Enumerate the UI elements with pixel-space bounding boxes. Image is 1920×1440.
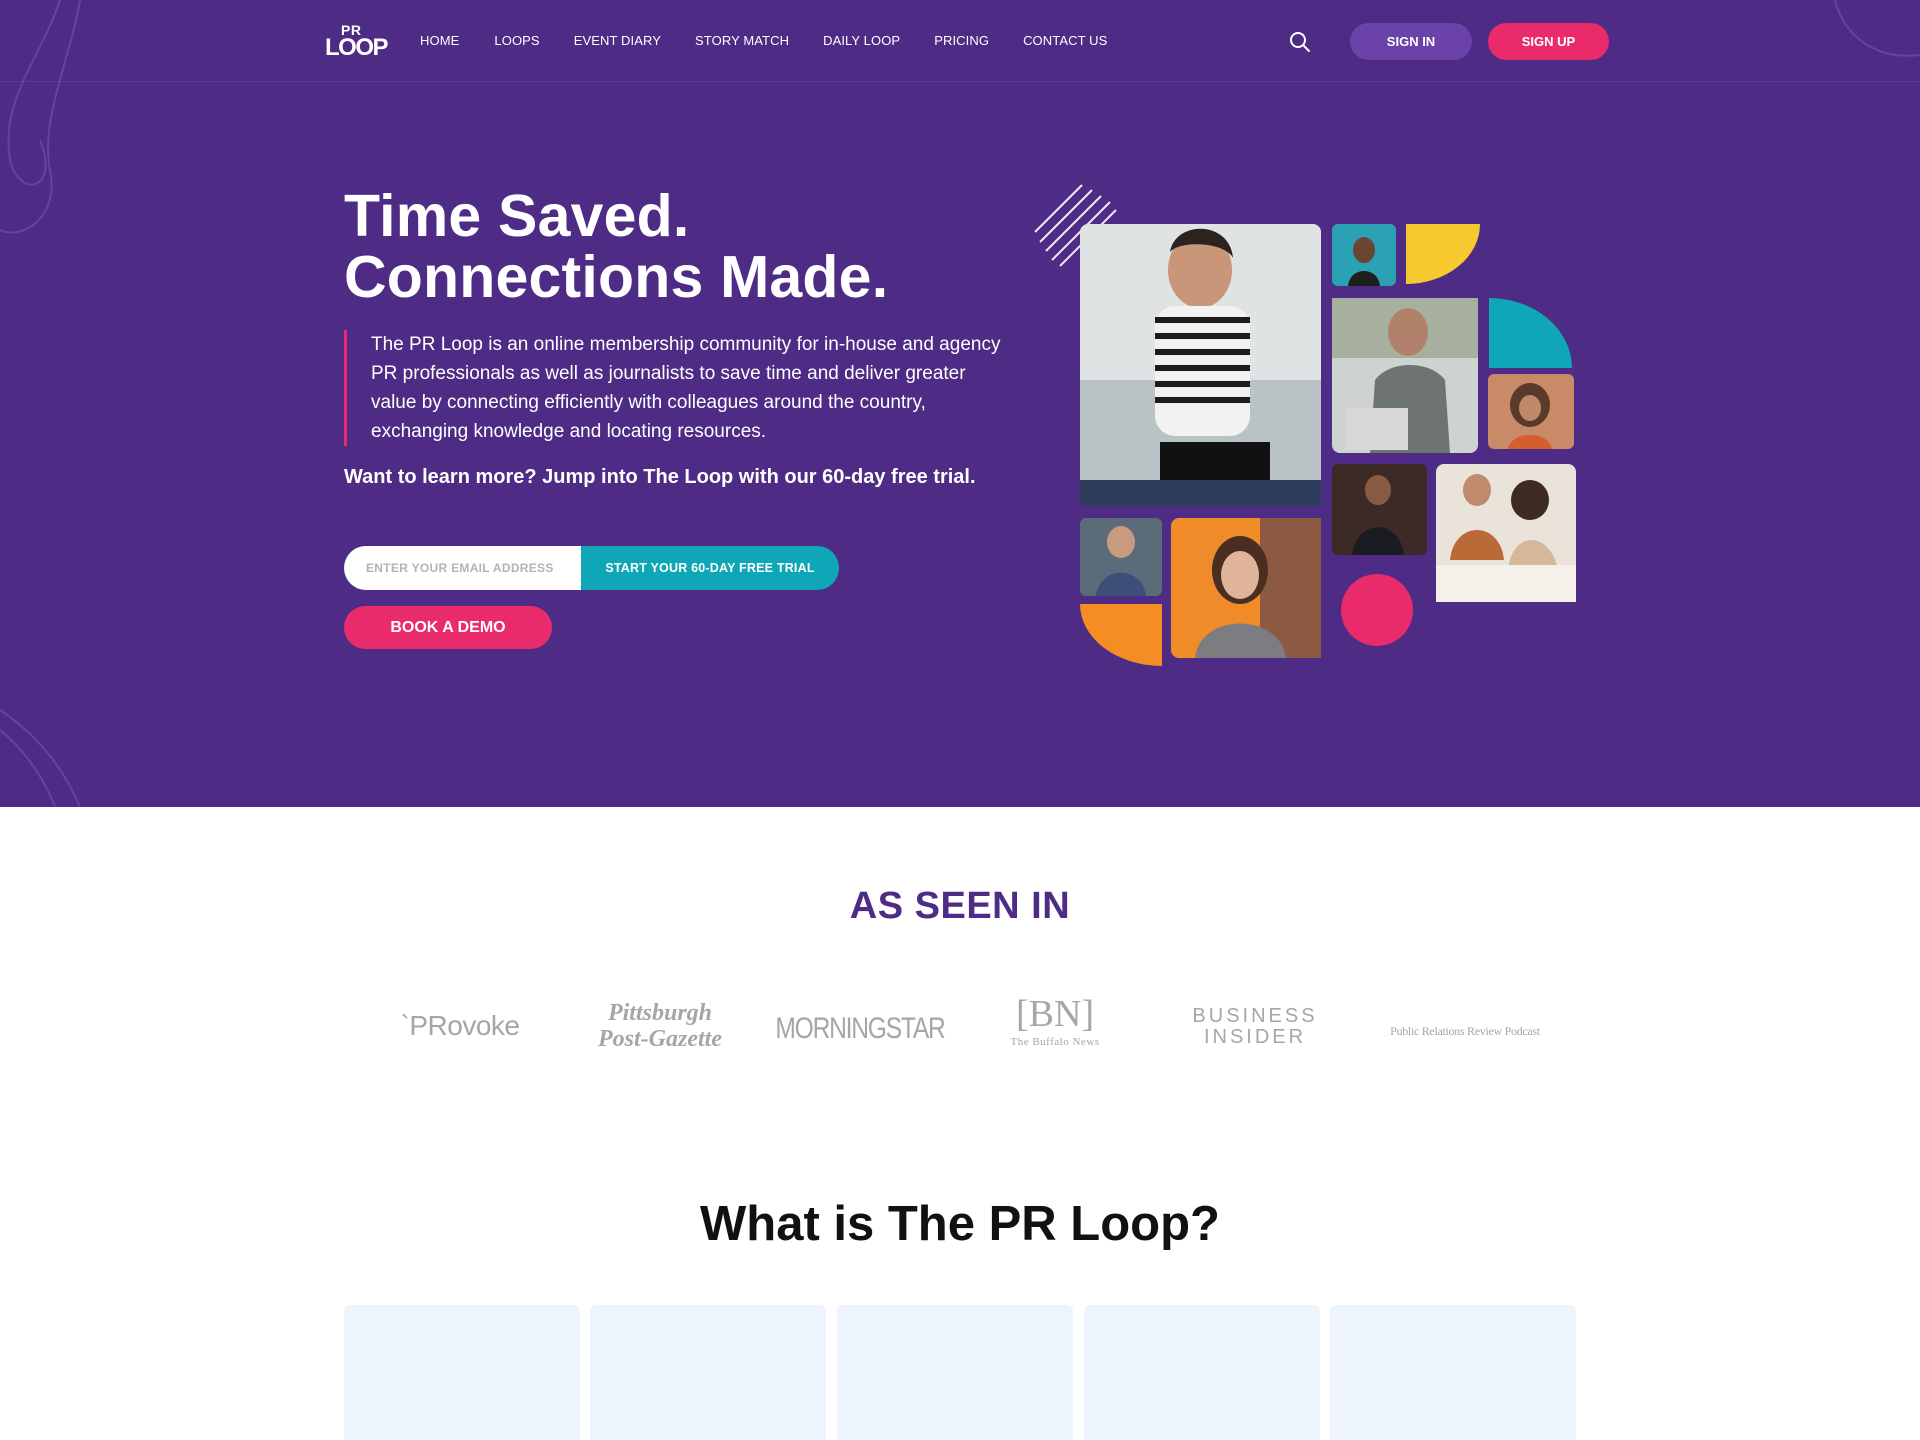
- photo-man-grey-shirt: [1332, 298, 1478, 453]
- press-logo-ppg-line1: Pittsburgh: [607, 1000, 713, 1026]
- email-input[interactable]: [344, 546, 581, 590]
- feature-card: [837, 1305, 1073, 1440]
- what-is-title: What is The PR Loop?: [700, 1197, 1220, 1251]
- press-logo-bn-mark: [BN]: [1015, 993, 1095, 1035]
- photo-man-suit: [1332, 464, 1427, 555]
- sign-up-button[interactable]: SIGN UP: [1488, 23, 1609, 60]
- press-logo-bi-line2: INSIDER: [1203, 1026, 1307, 1048]
- top-navbar: PR LOOP HOME LOOPS EVENT DIARY STORY MAT…: [0, 0, 1920, 82]
- hero-title-line2: Connections Made.: [344, 244, 889, 310]
- feature-card: [344, 1305, 580, 1440]
- press-logo-morningstar: MORNINGSTAR: [775, 1012, 945, 1046]
- start-trial-button[interactable]: START YOUR 60-DAY FREE TRIAL: [581, 546, 839, 590]
- nav-daily-loop[interactable]: DAILY LOOP: [823, 33, 900, 48]
- press-logo-bn-sub: The Buffalo News: [1010, 1036, 1100, 1048]
- hero-title: Time Saved. Connections Made.: [344, 186, 888, 308]
- press-logo-morningstar-text: MORNINGSTAR: [775, 1012, 945, 1045]
- as-seen-in-title: AS SEEN IN: [849, 885, 1071, 927]
- photo-man-glasses: [1080, 518, 1162, 596]
- press-logos-row: `PRovoke Pittsburgh Post-Gazette MORNING…: [0, 990, 1920, 1070]
- nav-story-match[interactable]: STORY MATCH: [695, 33, 789, 48]
- book-demo-button[interactable]: BOOK A DEMO: [344, 606, 552, 649]
- photo-two-people-working: [1436, 464, 1576, 602]
- press-logo-pittsburgh-post-gazette: Pittsburgh Post-Gazette: [590, 1000, 730, 1052]
- feature-card: [1330, 1305, 1576, 1440]
- photo-man-laptop: [1080, 224, 1321, 506]
- photo-woman-curly-hair: [1488, 374, 1574, 449]
- trial-signup-form: START YOUR 60-DAY FREE TRIAL: [344, 546, 839, 590]
- press-logo-prrp-text: Public Relations Review Podcast: [1390, 1024, 1540, 1038]
- press-logo-bi-line1: BUSINESS: [1192, 1005, 1318, 1027]
- feature-card: [590, 1305, 826, 1440]
- press-logo-pr-review-podcast: Public Relations Review Podcast: [1390, 1024, 1540, 1039]
- people-photo-collage: [1034, 184, 1576, 666]
- press-logo-provoke: `PRovoke: [390, 1010, 530, 1042]
- yellow-shape-decor: [1406, 224, 1480, 284]
- nav-pricing[interactable]: PRICING: [934, 33, 989, 48]
- nav-home[interactable]: HOME: [420, 33, 459, 48]
- hero-section: PR LOOP HOME LOOPS EVENT DIARY STORY MAT…: [0, 0, 1920, 807]
- search-icon[interactable]: [1289, 31, 1311, 53]
- main-nav: HOME LOOPS EVENT DIARY STORY MATCH DAILY…: [420, 33, 1141, 48]
- press-logo-provoke-text: `PRovoke: [400, 1010, 520, 1041]
- press-logo-buffalo-news: [BN] The Buffalo News: [990, 992, 1120, 1048]
- pr-loop-logo[interactable]: PR LOOP: [325, 22, 389, 61]
- press-logo-business-insider: BUSINESS INSIDER: [1190, 1006, 1320, 1048]
- sign-in-button[interactable]: SIGN IN: [1350, 23, 1472, 60]
- hero-cta-text: Want to learn more? Jump into The Loop w…: [344, 466, 976, 488]
- logo-loop-text: LOOP: [325, 34, 389, 61]
- nav-contact-us[interactable]: CONTACT US: [1023, 33, 1107, 48]
- photo-woman-phone: [1332, 224, 1396, 286]
- hero-title-line1: Time Saved.: [344, 183, 690, 249]
- pink-circle-decor: [1341, 574, 1413, 646]
- nav-loops[interactable]: LOOPS: [494, 33, 539, 48]
- teal-shape-decor: [1489, 298, 1572, 368]
- photo-woman-smiling: [1171, 518, 1321, 658]
- feature-cards-row: [344, 1305, 1576, 1440]
- press-logo-ppg-line2: Post-Gazette: [598, 1026, 722, 1052]
- orange-shape-decor: [1080, 604, 1162, 666]
- feature-card: [1084, 1305, 1320, 1440]
- hero-description: The PR Loop is an online membership comm…: [344, 330, 1004, 446]
- nav-event-diary[interactable]: EVENT DIARY: [574, 33, 661, 48]
